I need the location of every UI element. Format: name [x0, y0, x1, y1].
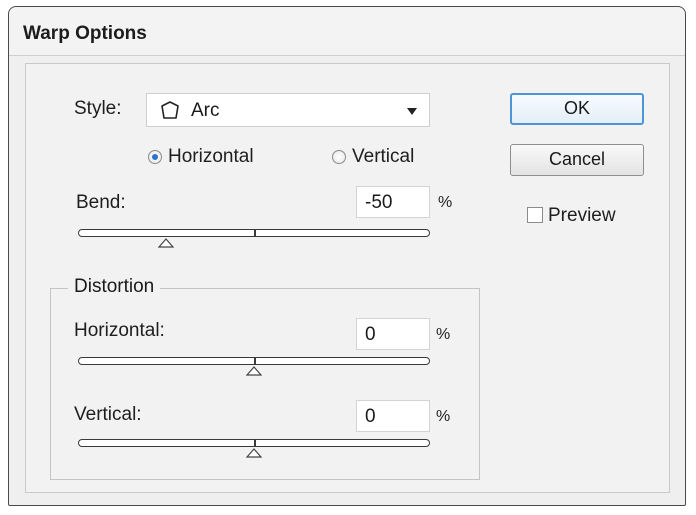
distortion-vertical-label: Vertical:	[74, 404, 142, 425]
bend-slider[interactable]	[78, 229, 430, 237]
distortion-vertical-slider[interactable]	[78, 439, 430, 447]
preview-checkbox[interactable]	[527, 207, 543, 223]
style-dropdown[interactable]: Arc	[146, 93, 430, 127]
distortion-vertical-unit: %	[436, 408, 451, 425]
chevron-down-icon[interactable]	[407, 108, 417, 115]
ok-button[interactable]: OK	[510, 93, 644, 125]
distortion-horizontal-unit: %	[436, 326, 451, 343]
bend-input[interactable]: -50	[356, 186, 430, 218]
bend-unit: %	[438, 194, 453, 211]
distortion-vertical-input[interactable]: 0	[356, 400, 430, 432]
distortion-group	[50, 288, 480, 480]
dialog-title: Warp Options	[23, 23, 147, 44]
arc-warp-icon	[159, 99, 181, 121]
horizontal-radio-label[interactable]: Horizontal	[168, 146, 254, 168]
distortion-horizontal-label: Horizontal:	[74, 320, 165, 341]
style-label: Style:	[74, 98, 122, 119]
slider-center-tick	[254, 357, 256, 364]
distortion-legend: Distortion	[68, 276, 161, 298]
horizontal-radio[interactable]	[148, 150, 162, 164]
vertical-radio-label[interactable]: Vertical	[352, 146, 414, 168]
vertical-radio[interactable]	[332, 150, 346, 164]
distortion-horizontal-input[interactable]: 0	[356, 318, 430, 350]
style-value: Arc	[191, 100, 220, 121]
bend-label: Bend:	[76, 192, 126, 213]
title-bar[interactable]: Warp Options	[9, 7, 685, 56]
slider-center-tick	[254, 229, 256, 236]
cancel-button[interactable]: Cancel	[510, 144, 644, 176]
slider-center-tick	[254, 439, 256, 446]
preview-label[interactable]: Preview	[548, 205, 616, 227]
distortion-horizontal-slider[interactable]	[78, 357, 430, 365]
